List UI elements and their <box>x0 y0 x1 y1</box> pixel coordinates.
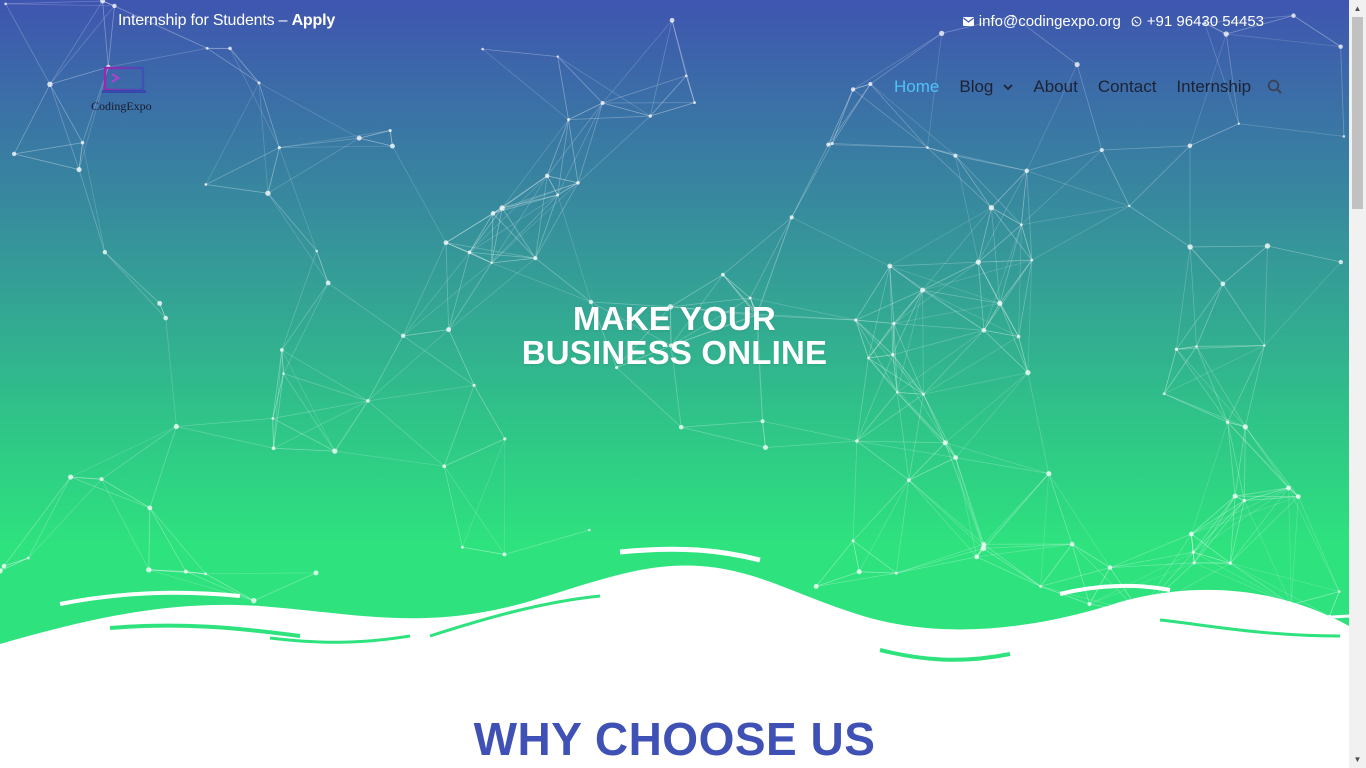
laptop-icon <box>102 66 146 93</box>
contact-info: info@codingexpo.org +91 96430 54453 <box>962 13 1264 30</box>
whatsapp-icon <box>1131 16 1142 27</box>
main-navigation: CodingExpo Home Blog About Contact Inter… <box>0 60 1349 116</box>
wave-divider <box>0 546 1349 680</box>
hero-title-line2: BUSINESS ONLINE <box>521 334 828 371</box>
hero-section: Internship for Students – Apply info@cod… <box>0 0 1349 680</box>
nav-blog-label: Blog <box>959 77 994 96</box>
nav-about[interactable]: About <box>1033 77 1077 97</box>
scrollbar-thumb[interactable] <box>1352 17 1363 209</box>
why-choose-us-heading: WHY CHOOSE US <box>473 713 876 765</box>
nav-internship[interactable]: Internship <box>1176 77 1251 97</box>
scroll-up-arrow[interactable]: ▲ <box>1349 0 1366 17</box>
promo-text: Internship for Students – <box>118 12 292 29</box>
vertical-scrollbar[interactable]: ▲ ▼ <box>1349 0 1366 768</box>
phone-number: +91 96430 54453 <box>1146 13 1264 30</box>
nav-blog[interactable]: Blog <box>959 77 1014 97</box>
email-address: info@codingexpo.org <box>978 13 1121 30</box>
envelope-icon <box>962 17 974 26</box>
search-icon[interactable] <box>1267 79 1283 95</box>
scroll-down-arrow[interactable]: ▼ <box>1349 751 1366 768</box>
nav-home[interactable]: Home <box>894 77 939 97</box>
email-contact[interactable]: info@codingexpo.org <box>962 13 1121 30</box>
logo-text: CodingExpo <box>91 99 152 113</box>
hero-title: MAKE YOUR BUSINESS ONLINE <box>0 302 1349 370</box>
top-info-bar: Internship for Students – Apply info@cod… <box>0 0 1349 44</box>
page-viewport: Internship for Students – Apply info@cod… <box>0 0 1349 768</box>
site-logo[interactable]: CodingExpo <box>90 66 160 113</box>
apply-link[interactable]: Apply <box>292 12 336 29</box>
internship-promo: Internship for Students – Apply <box>118 12 335 30</box>
nav-contact[interactable]: Contact <box>1098 77 1157 97</box>
chevron-down-icon <box>1003 83 1014 90</box>
nav-menu: Home Blog About Contact Internship <box>894 77 1283 97</box>
hero-title-line1: MAKE YOUR <box>573 300 776 337</box>
phone-contact[interactable]: +91 96430 54453 <box>1131 13 1264 30</box>
